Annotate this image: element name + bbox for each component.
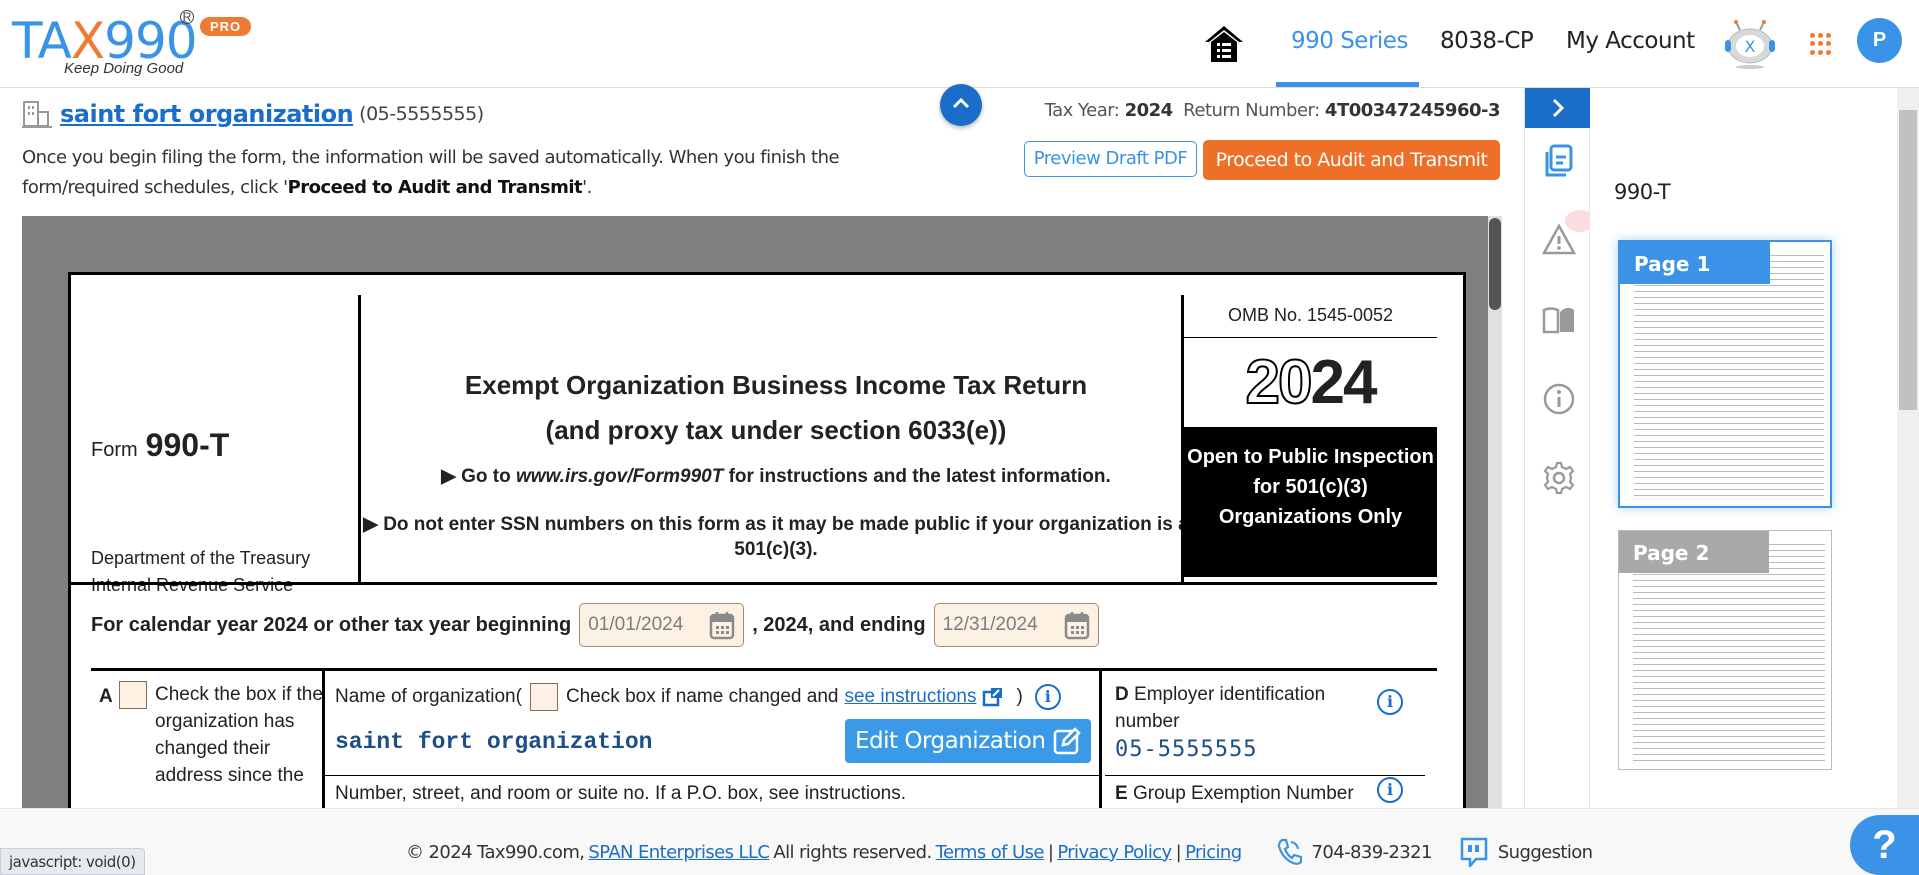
registered-mark: R [180,10,194,24]
page-thumbnails-panel: 990-T Page 1 Page 2 [1590,88,1897,808]
form-title: Exempt Organization Business Income Tax … [464,370,1088,400]
ein-value: 05-5555555 [1115,737,1258,762]
top-header: TAX990 R PRO Keep Doing Good 990 Series … [0,0,1919,88]
page-thumbnail-2[interactable]: Page 2 [1618,530,1832,770]
department-label: Department of the Treasury Internal Reven… [91,548,311,595]
organization-ein: (05-5555555) [359,103,484,125]
return-info: Tax Year: 2024 Return Number: 4T00347245… [1044,100,1501,121]
page-preview [1634,250,1824,498]
logo-tagline: Keep Doing Good [64,60,184,77]
assistant-bot-icon[interactable]: X [1722,18,1778,70]
home-icon[interactable] [1203,24,1245,64]
organization-header: saint fort organization (05-5555555) [22,100,484,128]
info-icon[interactable]: i [1377,777,1403,803]
pricing-link[interactable]: Pricing [1185,842,1242,863]
divider [71,582,1437,585]
page-label: Page 2 [1619,531,1769,573]
main-content: saint fort organization (05-5555555) Onc… [0,84,1524,808]
preview-draft-pdf-button[interactable]: Preview Draft PDF [1024,141,1197,177]
organization-name-link[interactable]: saint fort organization [60,100,354,128]
suggestion-icon[interactable] [1460,837,1488,867]
see-instructions-link[interactable]: see instructions [844,686,976,708]
ssn-warning: ▶ Do not enter SSN numbers on this form … [363,514,1189,560]
autosave-hint: Once you begin filing the form, the info… [22,147,840,198]
collapse-header-button[interactable] [940,84,982,126]
omb-block: OMB No. 1545-0052 2024 Open to Public In… [1181,295,1437,585]
form-viewer: Form 990-T Department of the Treasury Inte… [22,216,1502,808]
phone-icon [1277,838,1302,865]
svg-text:X: X [1745,37,1756,56]
page-label: Page 1 [1620,242,1770,284]
calendar-icon[interactable] [709,610,735,640]
pro-badge: PRO [200,17,252,36]
terms-of-use-link[interactable]: Terms of Use [936,842,1045,863]
tax-year-row: For calendar year 2024 or other tax year… [91,603,1107,647]
active-nav-indicator [1276,82,1419,87]
span-enterprises-link[interactable]: SPAN Enterprises LLC [588,842,770,863]
instructions-note: ▶ Go to www.irs.gov/Form990T for instruc… [441,466,1111,487]
tools-sidebar [1524,88,1595,808]
apps-grid-icon[interactable] [1810,33,1832,55]
edit-icon [1053,727,1081,755]
org-name-label: Name of organization( Check box if name … [335,683,1061,711]
form-list-icon[interactable] [1542,144,1576,178]
section-a-letter: A [99,686,113,707]
settings-gear-icon[interactable] [1542,461,1576,495]
user-avatar[interactable]: P [1857,18,1902,63]
page-thumbnail-1[interactable]: Page 1 [1618,240,1832,508]
info-icon[interactable]: i [1377,689,1403,715]
public-inspection-notice: Open to Public Inspection for 501(c)(3) … [1184,427,1437,577]
begin-date-input[interactable]: 01/01/2024 [579,603,745,647]
form-title-block: Exempt Organization Business Income Tax … [361,295,1191,585]
tax990-logo[interactable]: TAX990 R PRO Keep Doing Good [12,8,272,80]
form-990t-page: Form 990-T Department of the Treasury Inte… [68,272,1466,808]
nav-990-series[interactable]: 990 Series [1291,28,1408,54]
omb-number: OMB No. 1545-0052 [1227,305,1394,325]
nav-my-account[interactable]: My Account [1566,28,1695,54]
section-a: A Check the box if the organization has … [91,671,325,808]
ein-label: D Employer identification number [1115,684,1326,732]
phone-number[interactable]: 704-839-2321 [1312,842,1433,863]
street-label: Number, street, and room or suite no. If… [335,783,906,804]
proceed-audit-transmit-button[interactable]: Proceed to Audit and Transmit [1203,140,1500,180]
building-icon [22,101,52,128]
info-circle-icon[interactable] [1542,382,1576,416]
edit-organization-button[interactable]: Edit Organization [845,719,1091,763]
viewer-scrollbar-thumb[interactable] [1489,218,1501,310]
guide-book-icon[interactable] [1542,302,1576,336]
sidebar-toggle-button[interactable] [1525,88,1591,128]
page-scrollbar-thumb[interactable] [1899,110,1917,410]
form-number: Form 990-T [91,427,230,463]
form-subtitle: (and proxy tax under section 6033(e)) [545,415,1007,445]
info-icon[interactable]: i [1034,684,1061,710]
help-button[interactable]: ? [1850,815,1919,875]
thumbnails-title: 990-T [1614,180,1671,204]
chevron-right-icon [1552,98,1565,118]
address-changed-checkbox[interactable] [119,681,147,709]
divider [1184,337,1437,338]
organization-name-value: saint fort organization [335,729,653,755]
nav-8038-cp[interactable]: 8038-CP [1440,28,1534,54]
name-changed-checkbox[interactable] [529,683,558,711]
group-exemption-label: E Group Exemption Number [1115,783,1354,804]
footer-links: © 2024 Tax990.com, SPAN Enterprises LLC … [406,837,1593,867]
divider [1105,775,1425,776]
form-id-block: Form 990-T Department of the Treasury Inte… [91,295,361,595]
section-name: Name of organization( Check box if name … [325,671,1102,808]
chevron-up-icon [952,97,970,109]
calendar-icon[interactable] [1064,610,1090,640]
suggestion-link[interactable]: Suggestion [1498,842,1593,863]
section-d-e: D Employer identification number i 05-55… [1105,671,1425,808]
external-link-icon[interactable] [982,687,1004,707]
privacy-policy-link[interactable]: Privacy Policy [1057,842,1172,863]
footer: © 2024 Tax990.com, SPAN Enterprises LLC … [0,808,1919,875]
end-date-input[interactable]: 12/31/2024 [933,603,1099,647]
form-year: 2024 [1245,347,1378,418]
warning-icon[interactable] [1542,223,1576,257]
browser-status-url: javascript: void(0) [0,848,145,875]
divider [325,775,1102,776]
section-a-text: Check the box if the organization has ch… [155,684,323,786]
